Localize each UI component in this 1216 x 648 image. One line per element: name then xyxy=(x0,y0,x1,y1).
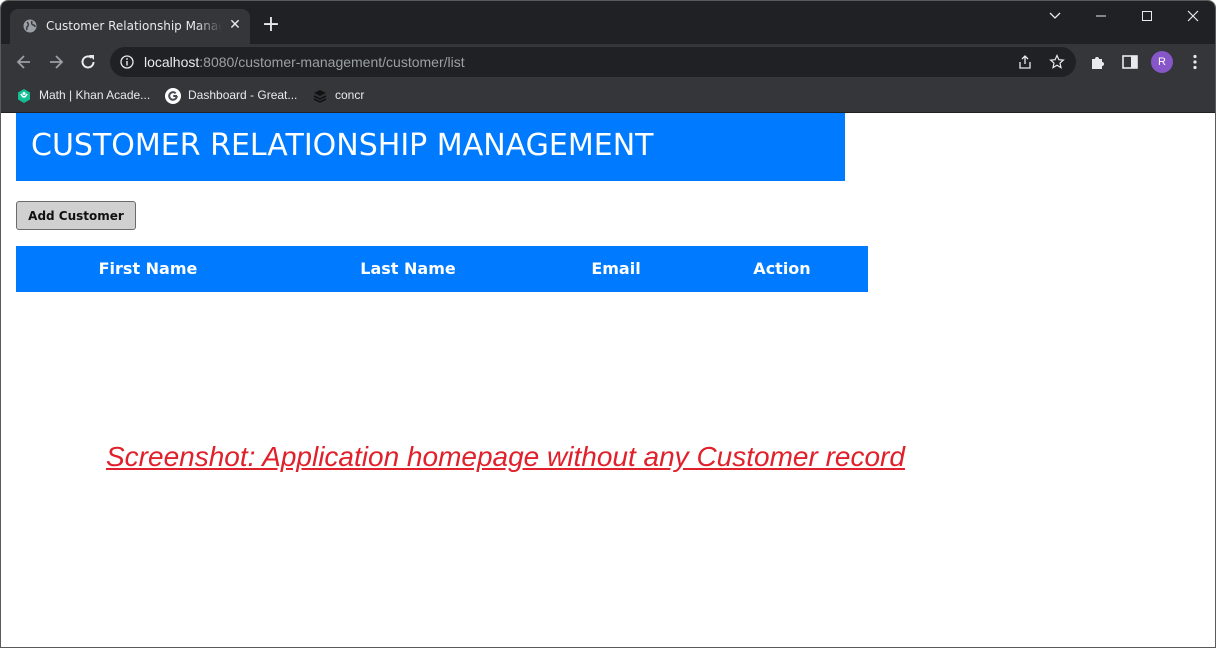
bookmark-label: Dashboard - Great... xyxy=(188,88,298,102)
bookmark-label: concr xyxy=(335,88,365,102)
layers-icon xyxy=(313,90,327,103)
url-text[interactable]: localhost:8080/customer-management/custo… xyxy=(144,54,465,70)
minimize-icon xyxy=(1096,15,1106,17)
close-icon xyxy=(1187,10,1199,22)
browser-window: Customer Relationship Management ✕ + xyxy=(0,0,1216,648)
close-window-button[interactable] xyxy=(1170,1,1215,31)
app-header: CUSTOMER RELATIONSHIP MANAGEMENT xyxy=(16,113,845,181)
info-icon[interactable] xyxy=(120,55,134,69)
url-path: :8080/customer-management/customer/list xyxy=(199,54,465,70)
column-header-email: Email xyxy=(591,259,641,278)
globe-icon xyxy=(23,19,37,33)
bookmark-star-icon[interactable] xyxy=(1049,54,1065,70)
share-icon[interactable] xyxy=(1017,54,1033,70)
address-bar[interactable]: localhost:8080/customer-management/custo… xyxy=(110,47,1076,77)
minimize-button[interactable] xyxy=(1078,1,1124,31)
google-icon xyxy=(165,88,181,104)
screenshot-caption: Screenshot: Application homepage without… xyxy=(106,441,905,472)
bookmark-label: Math | Khan Acade... xyxy=(39,88,151,102)
maximize-icon xyxy=(1142,11,1152,21)
column-header-last-name: Last Name xyxy=(360,259,456,278)
tab-strip: Customer Relationship Management ✕ + xyxy=(1,1,1215,44)
close-tab-icon[interactable]: ✕ xyxy=(227,17,243,33)
customer-table-header: First Name Last Name Email Action xyxy=(16,246,868,292)
browser-tab-active[interactable]: Customer Relationship Management ✕ xyxy=(10,9,250,44)
side-panel-icon[interactable] xyxy=(1121,53,1139,71)
back-arrow-icon[interactable] xyxy=(14,52,34,72)
url-host: localhost xyxy=(144,54,200,70)
column-header-action: Action xyxy=(753,259,811,278)
extensions-puzzle-icon[interactable] xyxy=(1089,53,1107,71)
forward-arrow-icon[interactable] xyxy=(46,52,66,72)
new-tab-button[interactable]: + xyxy=(260,14,282,36)
maximize-button[interactable] xyxy=(1124,1,1170,31)
browser-toolbar: localhost:8080/customer-management/custo… xyxy=(1,44,1215,80)
tab-title: Customer Relationship Management xyxy=(46,19,222,33)
reload-icon[interactable] xyxy=(78,52,98,72)
profile-avatar[interactable]: R xyxy=(1151,51,1173,73)
bookmarks-bar: Math | Khan Acade... Dashboard - Great..… xyxy=(1,80,1215,113)
khan-academy-icon xyxy=(18,89,30,103)
add-customer-button[interactable]: Add Customer xyxy=(16,201,136,230)
column-header-first-name: First Name xyxy=(98,259,198,278)
chevron-down-icon xyxy=(1049,12,1061,19)
tab-search-button[interactable] xyxy=(1032,1,1078,31)
more-menu-icon[interactable] xyxy=(1186,53,1204,71)
page-title: CUSTOMER RELATIONSHIP MANAGEMENT xyxy=(31,128,654,163)
page-content: CUSTOMER RELATIONSHIP MANAGEMENT Add Cus… xyxy=(1,113,1215,647)
